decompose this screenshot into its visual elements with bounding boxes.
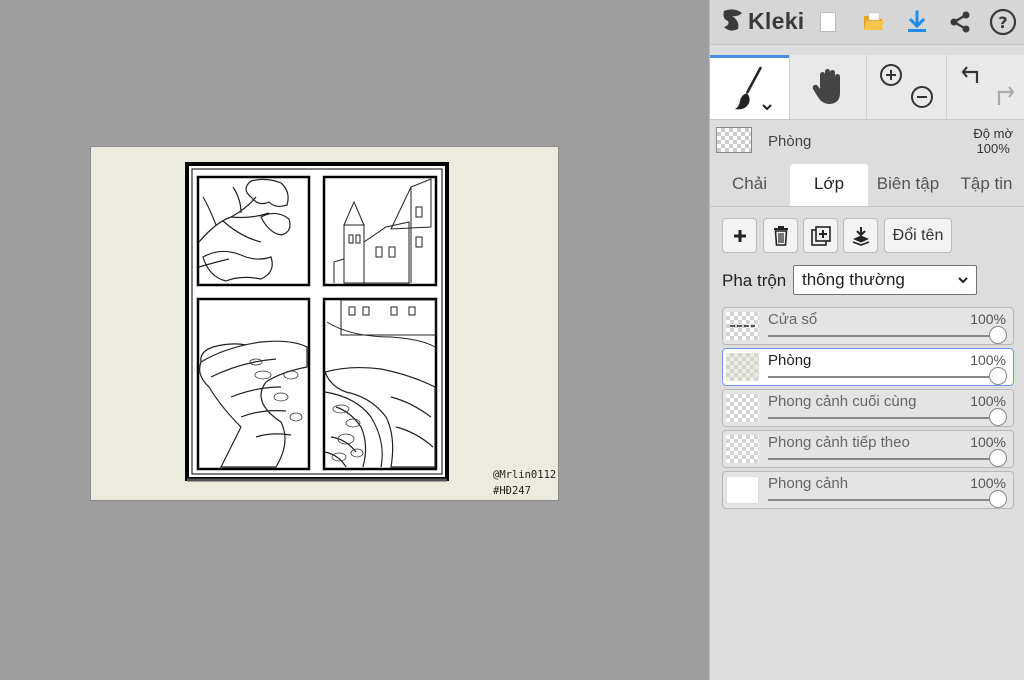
layer-name: Phong cảnh tiếp theo (768, 434, 910, 451)
kleki-logo-icon (723, 9, 742, 31)
tab-file[interactable]: Tập tin (948, 164, 1024, 206)
layer-item-final-scenery[interactable]: Phong cảnh cuối cùng 100% (722, 389, 1014, 427)
plus-icon (733, 229, 746, 242)
duplicate-icon (810, 225, 831, 246)
add-layer-button[interactable] (722, 218, 757, 253)
layer-opacity-handle[interactable] (989, 367, 1007, 385)
layer-opacity-handle[interactable] (989, 490, 1007, 508)
canvas-area[interactable]: @Mrlin0112 #HĐ247 (0, 0, 709, 680)
new-image-button[interactable] (813, 7, 843, 37)
layer-opacity-slider[interactable] (768, 417, 1000, 419)
side-panel: Kleki ? Phòng Độ mờ 100% Chải Lớp Biên t… (709, 0, 1024, 680)
merge-layer-button[interactable] (843, 218, 878, 253)
open-folder-icon (864, 12, 884, 30)
current-layer-thumbnail (716, 127, 752, 153)
layer-item-window[interactable]: Cửa sổ 100% (722, 307, 1014, 345)
layer-opacity-value: 100% (970, 393, 1006, 409)
layer-opacity-value: 100% (970, 311, 1006, 327)
zoom-out-icon[interactable] (908, 83, 938, 113)
layer-opacity-slider[interactable] (768, 376, 1000, 378)
opacity-label: Độ mờ (973, 126, 1013, 141)
share-button[interactable] (945, 7, 975, 37)
brush-tool-button[interactable] (710, 55, 789, 119)
help-icon: ? (989, 8, 1017, 36)
artist-signature: @Mrlin0112 #HĐ247 (493, 467, 556, 499)
layer-item-room[interactable]: Phòng 100% (722, 348, 1014, 386)
layer-thumbnail (726, 353, 759, 381)
history-controls (946, 55, 1024, 119)
help-button[interactable]: ? (988, 7, 1018, 37)
current-layer-opacity: Độ mờ 100% (973, 126, 1013, 156)
merge-down-icon (852, 226, 869, 246)
layer-opacity-value: 100% (970, 475, 1006, 491)
layer-opacity-value: 100% (970, 352, 1006, 368)
share-icon (950, 11, 970, 33)
blend-mode-label: Pha trộn (722, 271, 787, 290)
app-logo[interactable]: Kleki (720, 7, 804, 35)
chevron-down-icon (958, 277, 968, 284)
zoom-controls (866, 55, 946, 119)
layer-opacity-slider[interactable] (768, 499, 1000, 501)
svg-text:?: ? (998, 13, 1007, 32)
rename-layer-button[interactable]: Đổi tên (884, 218, 952, 253)
layer-thumbnail (726, 312, 759, 340)
opacity-value: 100% (976, 141, 1010, 156)
top-toolbar: Kleki ? (710, 0, 1024, 45)
layer-thumbnail (726, 435, 759, 463)
layer-item-next-scenery[interactable]: Phong cảnh tiếp theo 100% (722, 430, 1014, 468)
tab-edit[interactable]: Biên tập (868, 164, 948, 206)
layer-name: Phong cảnh (768, 475, 849, 492)
tab-brush[interactable]: Chải (712, 164, 787, 206)
download-icon (908, 10, 926, 32)
window-drawing (185, 162, 449, 482)
blend-mode-select[interactable]: thông thường (793, 265, 977, 295)
tool-row (710, 55, 1024, 120)
layer-name: Cửa sổ (768, 311, 818, 328)
layer-opacity-handle[interactable] (989, 449, 1007, 467)
undo-icon[interactable] (959, 63, 989, 93)
tab-layers[interactable]: Lớp (790, 164, 868, 206)
current-layer-info: Phòng Độ mờ 100% (710, 120, 1024, 162)
signature-handle: @Mrlin0112 (493, 469, 557, 481)
download-button[interactable] (902, 7, 932, 37)
layer-thumbnail (726, 476, 759, 504)
app-name: Kleki (748, 7, 805, 34)
hand-tool-button[interactable] (789, 55, 866, 119)
open-file-button[interactable] (858, 7, 888, 37)
layer-opacity-handle[interactable] (989, 408, 1007, 426)
layer-opacity-slider[interactable] (768, 335, 1000, 337)
layer-opacity-value: 100% (970, 434, 1006, 450)
hand-icon (812, 69, 840, 104)
layer-item-scenery[interactable]: Phong cảnh 100% (722, 471, 1014, 509)
redo-icon[interactable] (989, 83, 1019, 113)
signature-tag: #HĐ247 (493, 485, 531, 497)
delete-layer-button[interactable] (763, 218, 798, 253)
drawing-canvas[interactable]: @Mrlin0112 #HĐ247 (91, 147, 558, 500)
layer-name: Phòng (768, 352, 812, 369)
new-image-icon (820, 12, 836, 32)
panel-tabs: Chải Lớp Biên tập Tập tin (710, 164, 1024, 207)
layer-thumbnail (726, 394, 759, 422)
duplicate-layer-button[interactable] (803, 218, 838, 253)
layer-name: Phong cảnh cuối cùng (768, 393, 917, 410)
brush-icon (734, 65, 772, 110)
blend-mode-value: thông thường (802, 270, 905, 289)
current-layer-name: Phòng (768, 133, 812, 150)
layer-opacity-slider[interactable] (768, 458, 1000, 460)
trash-icon (773, 225, 788, 246)
blend-mode: Pha trộn thông thường (722, 265, 982, 297)
layer-opacity-handle[interactable] (989, 326, 1007, 344)
